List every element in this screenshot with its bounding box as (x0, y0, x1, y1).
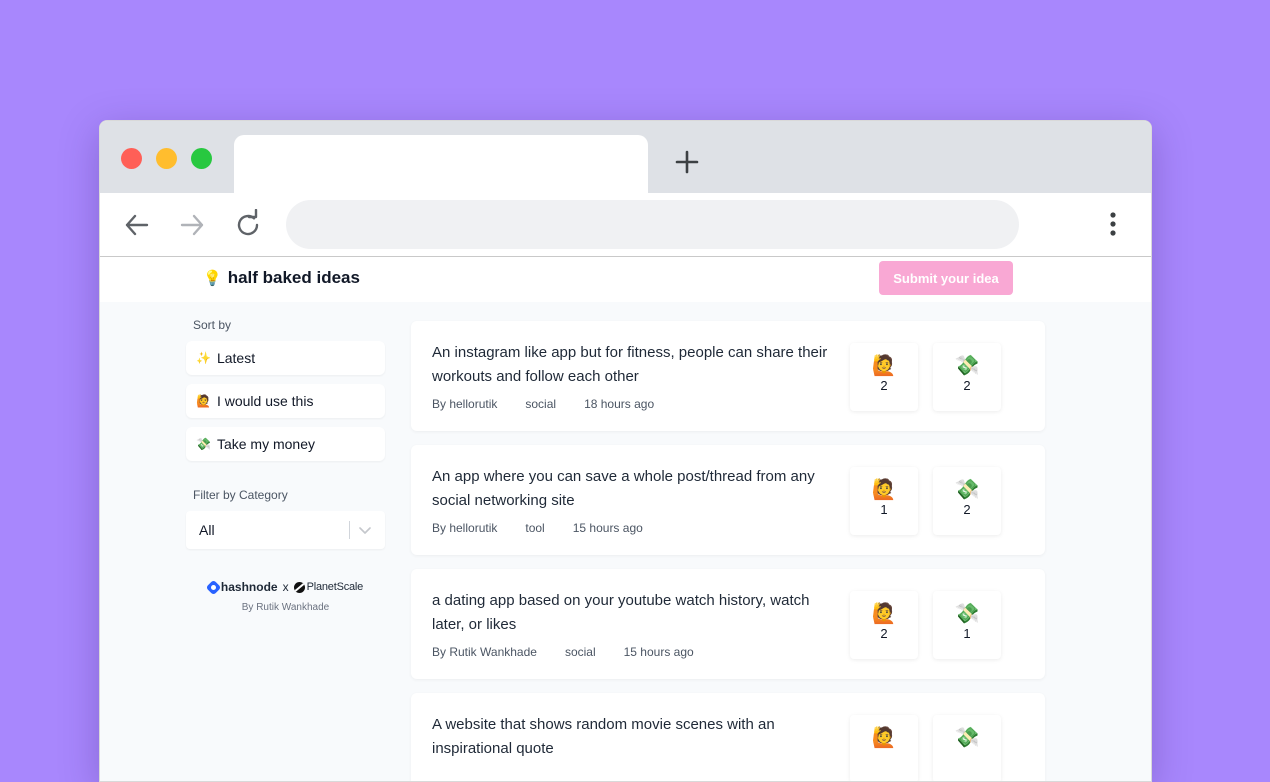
credits: hashnode x PlanetScale By Rutik Wankhade (186, 579, 385, 613)
sort-by-label: Sort by (193, 318, 232, 332)
planetscale-icon (293, 581, 305, 593)
hashnode-icon (205, 579, 222, 595)
idea-author[interactable]: By Rutik Wankhade (432, 645, 537, 659)
category-select-value: All (199, 522, 215, 538)
take-my-money-button[interactable]: 💸 2 (933, 343, 1001, 411)
idea-time: 18 hours ago (584, 397, 655, 411)
close-window-button[interactable] (121, 148, 142, 169)
raising-hand-icon: 🙋 (871, 355, 897, 377)
category-select[interactable]: All (186, 511, 385, 549)
sort-take-my-money[interactable]: 💸 Take my money (186, 427, 385, 461)
idea-category[interactable]: social (525, 397, 556, 411)
use-count: 1 (880, 502, 888, 517)
sort-i-would-use-this[interactable]: 🙋 I would use this (186, 384, 385, 418)
kebab-menu-icon[interactable] (1100, 209, 1126, 241)
idea-title[interactable]: A website that shows random movie scenes… (432, 713, 842, 761)
select-separator (349, 521, 350, 539)
maximize-window-button[interactable] (191, 148, 212, 169)
money-count: 1 (963, 626, 971, 641)
planetscale-text: PlanetScale (306, 581, 364, 593)
filter-by-category-label: Filter by Category (193, 488, 288, 502)
brand-logo[interactable]: 💡 half baked ideas (203, 268, 360, 288)
idea-card[interactable]: A website that shows random movie scenes… (411, 693, 1045, 781)
idea-time: 15 hours ago (623, 645, 694, 659)
idea-title[interactable]: An instagram like app but for fitness, p… (432, 341, 842, 389)
take-my-money-button[interactable]: 💸 2 (933, 467, 1001, 535)
minimize-window-button[interactable] (156, 148, 177, 169)
browser-toolbar (100, 193, 1151, 257)
idea-title[interactable]: a dating app based on your youtube watch… (432, 589, 842, 637)
logo-separator: x (282, 580, 289, 594)
reload-icon[interactable] (232, 209, 264, 241)
browser-window: 💡 half baked ideas Submit your idea Sort … (99, 120, 1152, 782)
idea-meta: By Rutik Wankhade social 15 hours ago (432, 645, 722, 659)
idea-category[interactable]: social (565, 645, 596, 659)
back-arrow-icon[interactable] (121, 209, 153, 241)
idea-author[interactable]: By hellorutik (432, 521, 497, 535)
money-wings-icon: 💸 (954, 727, 980, 749)
lightbulb-icon: 💡 (203, 270, 222, 287)
money-wings-icon: 💸 (954, 603, 980, 625)
submit-idea-button[interactable]: Submit your idea (879, 261, 1013, 295)
take-my-money-button[interactable]: 💸 1 (933, 591, 1001, 659)
money-wings-icon: 💸 (954, 479, 980, 501)
money-wings-icon: 💸 (196, 437, 211, 451)
hashnode-text: hashnode (220, 580, 278, 594)
idea-card[interactable]: An app where you can save a whole post/t… (411, 445, 1045, 555)
forward-arrow-icon[interactable] (176, 209, 208, 241)
idea-time: 15 hours ago (572, 521, 643, 535)
address-bar[interactable] (286, 200, 1019, 249)
i-would-use-this-button[interactable]: 🙋 1 (850, 467, 918, 535)
i-would-use-this-button[interactable]: 🙋 2 (850, 343, 918, 411)
site-header: 💡 half baked ideas Submit your idea (100, 257, 1151, 302)
take-my-money-button[interactable]: 💸 (933, 715, 1001, 781)
idea-meta: By hellorutik social 18 hours ago (432, 397, 682, 411)
money-wings-icon: 💸 (954, 355, 980, 377)
raising-hand-icon: 🙋 (871, 603, 897, 625)
i-would-use-this-button[interactable]: 🙋 2 (850, 591, 918, 659)
idea-meta: By hellorutik tool 15 hours ago (432, 521, 671, 535)
hashnode-logo[interactable]: hashnode (205, 579, 278, 595)
raising-hand-icon: 🙋 (871, 479, 897, 501)
money-count: 2 (963, 378, 971, 393)
sort-item-label: Take my money (216, 436, 315, 452)
planetscale-logo[interactable]: PlanetScale (293, 581, 364, 593)
idea-author[interactable]: By hellorutik (432, 397, 497, 411)
raising-hand-icon: 🙋 (196, 394, 211, 408)
active-tab[interactable] (234, 135, 648, 193)
brand-name: half baked ideas (227, 268, 360, 287)
idea-card[interactable]: a dating app based on your youtube watch… (411, 569, 1045, 679)
raising-hand-icon: 🙋 (871, 727, 897, 749)
new-tab-icon[interactable] (672, 147, 702, 177)
sponsor-logos: hashnode x PlanetScale (186, 579, 385, 595)
credits-byline[interactable]: By Rutik Wankhade (186, 602, 385, 613)
sort-item-label: Latest (216, 350, 256, 366)
idea-category[interactable]: tool (525, 521, 544, 535)
sort-latest[interactable]: ✨ Latest (186, 341, 385, 375)
i-would-use-this-button[interactable]: 🙋 (850, 715, 918, 781)
sort-item-label: I would use this (216, 393, 314, 409)
sparkles-icon: ✨ (196, 351, 211, 365)
page-content: 💡 half baked ideas Submit your idea Sort … (100, 257, 1151, 781)
use-count: 2 (880, 378, 888, 393)
tab-strip (100, 121, 1151, 193)
idea-card[interactable]: An instagram like app but for fitness, p… (411, 321, 1045, 431)
idea-title[interactable]: An app where you can save a whole post/t… (432, 465, 842, 513)
idea-meta (432, 769, 516, 781)
chevron-down-icon[interactable] (359, 525, 371, 535)
money-count: 2 (963, 502, 971, 517)
use-count: 2 (880, 626, 888, 641)
